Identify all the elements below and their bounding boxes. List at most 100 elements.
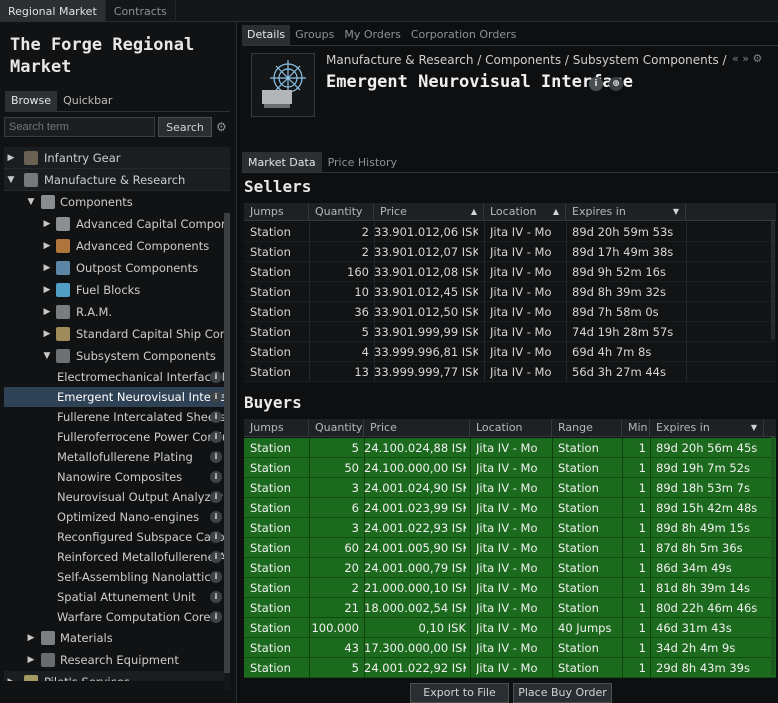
table-row[interactable]: Station 2 33.901.012,07 ISK Jita IV - Mo 89d… bbox=[244, 242, 776, 262]
chevron-right-icon[interactable]: ▶ bbox=[6, 671, 16, 681]
info-icon[interactable]: i bbox=[210, 471, 222, 483]
list-item[interactable]: Warfare Computation Core i bbox=[4, 607, 230, 627]
chevron-down-icon[interactable]: ▼ bbox=[26, 191, 36, 213]
list-item[interactable]: Reconfigured Subspace Calibrat i bbox=[4, 527, 230, 547]
info-icon[interactable]: i bbox=[210, 591, 222, 603]
tab-browse[interactable]: Browse bbox=[5, 91, 58, 111]
chevron-down-icon[interactable]: ▼ bbox=[6, 169, 16, 190]
place-buy-order-button[interactable]: Place Buy Order bbox=[513, 683, 612, 703]
list-item[interactable]: Self-Assembling Nanolattice i bbox=[4, 567, 230, 587]
tab-market-data[interactable]: Market Data bbox=[242, 152, 322, 172]
tree-item-subsystem-components[interactable]: ▼ Subsystem Components bbox=[4, 345, 230, 367]
column-header-location[interactable]: Location bbox=[470, 419, 552, 437]
tab-my-orders[interactable]: My Orders bbox=[339, 25, 406, 45]
tab-details[interactable]: Details bbox=[242, 25, 291, 45]
export-to-file-button[interactable]: Export to File bbox=[410, 683, 509, 703]
info-icon[interactable]: i bbox=[210, 611, 222, 623]
info-icon[interactable]: i bbox=[210, 371, 222, 383]
tree-group-pilots-services[interactable]: ▶ Pilot's Services bbox=[4, 671, 230, 681]
column-header-quantity[interactable]: Quantity bbox=[309, 203, 374, 221]
item-image[interactable] bbox=[251, 53, 315, 117]
table-row[interactable]: Station 160 33.901.012,08 ISK Jita IV - Mo 8… bbox=[244, 262, 776, 282]
table-row[interactable]: Station 4 33.999.996,81 ISK Jita IV - Mo 69d… bbox=[244, 342, 776, 362]
target-icon[interactable]: ⊕ bbox=[609, 77, 623, 91]
tab-regional-market[interactable]: Regional Market bbox=[0, 0, 106, 22]
list-item[interactable]: Spatial Attunement Unit i bbox=[4, 587, 230, 607]
chevron-right-icon[interactable]: ▶ bbox=[42, 213, 52, 235]
table-row[interactable]: Station 36 33.901.012,50 ISK Jita IV - Mo 89… bbox=[244, 302, 776, 322]
tree-item-advanced-capital[interactable]: ▶ Advanced Capital Componen bbox=[4, 213, 230, 235]
info-icon[interactable]: i bbox=[210, 411, 222, 423]
column-header-range[interactable]: Range bbox=[552, 419, 622, 437]
list-item[interactable]: Nanowire Composites i bbox=[4, 467, 230, 487]
table-row[interactable]: Station 100.000 0,10 ISK Jita IV - Mo 40 Jum… bbox=[244, 618, 776, 638]
table-row[interactable]: Station 60 24.001.005,90 ISK Jita IV - Mo St… bbox=[244, 538, 776, 558]
tab-groups[interactable]: Groups bbox=[290, 25, 339, 45]
list-item[interactable]: Optimized Nano-engines i bbox=[4, 507, 230, 527]
list-item[interactable]: Reinforced Metallofullerene Allo i bbox=[4, 547, 230, 567]
tab-price-history[interactable]: Price History bbox=[322, 152, 403, 172]
column-header-expires[interactable]: Expires in ▼ bbox=[650, 419, 764, 437]
column-header-location[interactable]: Location ▲ bbox=[484, 203, 566, 221]
forward-icon[interactable]: » bbox=[742, 52, 749, 65]
table-row[interactable]: Station 13 33.999.999,77 ISK Jita IV - Mo 56… bbox=[244, 362, 776, 382]
info-icon[interactable]: i bbox=[210, 511, 222, 523]
tree-item-outpost-components[interactable]: ▶ Outpost Components bbox=[4, 257, 230, 279]
info-icon[interactable]: i bbox=[210, 431, 222, 443]
tab-corporation-orders[interactable]: Corporation Orders bbox=[406, 25, 521, 45]
table-row[interactable]: Station 21 18.000.002,54 ISK Jita IV - Mo St… bbox=[244, 598, 776, 618]
table-row[interactable]: Station 3 24.001.024,90 ISK Jita IV - Mo Sta… bbox=[244, 478, 776, 498]
column-header-jumps[interactable]: Jumps bbox=[244, 419, 309, 437]
info-icon[interactable]: i bbox=[210, 531, 222, 543]
info-icon[interactable]: i bbox=[210, 451, 222, 463]
chevron-right-icon[interactable]: ▶ bbox=[42, 235, 52, 257]
tree-item-components[interactable]: ▼ Components bbox=[4, 191, 230, 213]
tree-item-standard-capital[interactable]: ▶ Standard Capital Ship Comp bbox=[4, 323, 230, 345]
list-item-selected[interactable]: Emergent Neurovisual Interface i bbox=[4, 387, 230, 407]
chevron-down-icon[interactable]: ▼ bbox=[42, 345, 52, 367]
table-row[interactable]: Station 3 24.001.022,93 ISK Jita IV - Mo Sta… bbox=[244, 518, 776, 538]
info-icon[interactable]: i bbox=[210, 551, 222, 563]
chevron-right-icon[interactable]: ▶ bbox=[42, 323, 52, 345]
column-header-quantity[interactable]: Quantity bbox=[309, 419, 364, 437]
list-item[interactable]: Neurovisual Output Analyzer i bbox=[4, 487, 230, 507]
back-icon[interactable]: « bbox=[732, 52, 739, 65]
info-icon[interactable]: i bbox=[210, 391, 222, 403]
table-row[interactable]: Station 2 33.901.012,06 ISK Jita IV - Mo 89d… bbox=[244, 222, 776, 242]
table-row[interactable]: Station 5 24.100.024,88 ISK Jita IV - Mo Sta… bbox=[244, 438, 776, 458]
info-icon[interactable]: i bbox=[210, 571, 222, 583]
chevron-right-icon[interactable]: ▶ bbox=[42, 301, 52, 323]
tree-item-advanced-components[interactable]: ▶ Advanced Components bbox=[4, 235, 230, 257]
tree-item-research-equipment[interactable]: ▶ Research Equipment bbox=[4, 649, 230, 671]
tab-contracts[interactable]: Contracts bbox=[106, 0, 176, 22]
tab-quickbar[interactable]: Quickbar bbox=[57, 91, 118, 111]
table-row[interactable]: Station 2 21.000.000,10 ISK Jita IV - Mo Sta… bbox=[244, 578, 776, 598]
table-row[interactable]: Station 43 17.300.000,00 ISK Jita IV - Mo St… bbox=[244, 638, 776, 658]
list-item[interactable]: Fulleroferrocene Power Conduits i bbox=[4, 427, 230, 447]
info-icon[interactable]: i bbox=[210, 491, 222, 503]
tree-item-ram[interactable]: ▶ R.A.M. bbox=[4, 301, 230, 323]
table-row[interactable]: Station 6 24.001.023,99 ISK Jita IV - Mo Sta… bbox=[244, 498, 776, 518]
sellers-scrollbar[interactable] bbox=[771, 221, 775, 340]
table-row[interactable]: Station 10 33.901.012,45 ISK Jita IV - Mo 89… bbox=[244, 282, 776, 302]
chevron-right-icon[interactable]: ▶ bbox=[26, 627, 36, 649]
column-header-jumps[interactable]: Jumps bbox=[244, 203, 309, 221]
chevron-right-icon[interactable]: ▶ bbox=[42, 257, 52, 279]
info-icon[interactable]: i bbox=[589, 77, 603, 91]
gear-icon[interactable]: ⚙ bbox=[752, 52, 762, 65]
table-row[interactable]: Station 50 24.100.000,00 ISK Jita IV - Mo St… bbox=[244, 458, 776, 478]
column-header-price[interactable]: Price bbox=[364, 419, 470, 437]
tree-scrollbar-thumb[interactable] bbox=[224, 213, 230, 673]
table-row[interactable]: Station 5 24.001.022,92 ISK Jita IV - Mo Sta… bbox=[244, 658, 776, 678]
tree-group-infantry-gear[interactable]: ▶ Infantry Gear bbox=[4, 147, 230, 169]
list-item[interactable]: Metallofullerene Plating i bbox=[4, 447, 230, 467]
chevron-right-icon[interactable]: ▶ bbox=[6, 147, 16, 168]
table-row[interactable]: Station 5 33.901.999,99 ISK Jita IV - Mo 74d… bbox=[244, 322, 776, 342]
column-header-min[interactable]: Min bbox=[622, 419, 650, 437]
table-row[interactable]: Station 20 24.001.000,79 ISK Jita IV - Mo St… bbox=[244, 558, 776, 578]
column-header-expires[interactable]: Expires in ▼ bbox=[566, 203, 686, 221]
chevron-right-icon[interactable]: ▶ bbox=[26, 649, 36, 671]
tree-group-manufacture-research[interactable]: ▼ Manufacture & Research bbox=[4, 169, 230, 191]
column-header-price[interactable]: Price ▲ bbox=[374, 203, 484, 221]
buyers-scrollbar[interactable] bbox=[771, 437, 775, 675]
